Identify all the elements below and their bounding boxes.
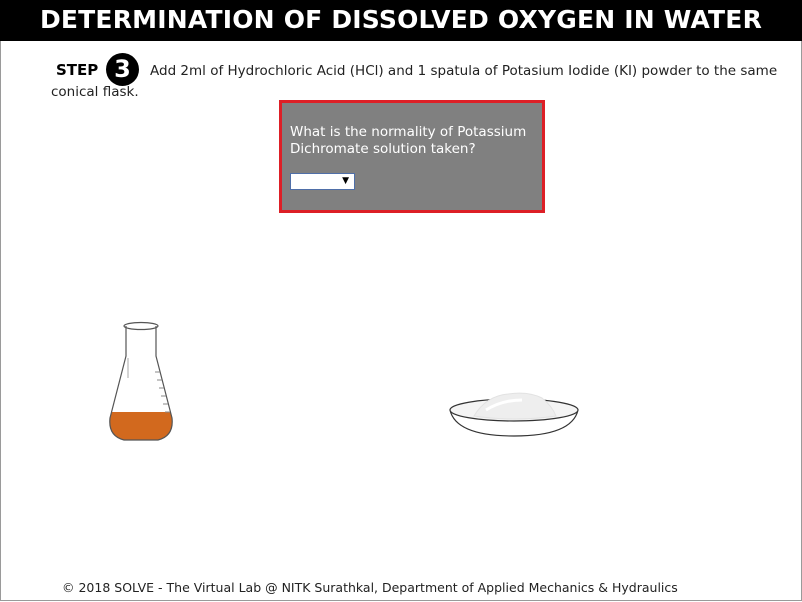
question-text: What is the normality of Potassium Dichr… — [290, 124, 527, 157]
flask-liquid — [109, 412, 173, 440]
step-instruction: Add 2ml of Hydrochloric Acid (HCl) and 1… — [51, 63, 778, 100]
normality-dropdown[interactable]: ▼ — [290, 173, 355, 190]
step-number-badge: 3 — [106, 53, 139, 86]
step-label: STEP — [56, 61, 99, 79]
question-panel: What is the normality of Potassium Dichr… — [279, 100, 545, 213]
footer-copyright: © 2018 SOLVE - The Virtual Lab @ NITK Su… — [62, 580, 678, 595]
page-title: DETERMINATION OF DISSOLVED OXYGEN IN WAT… — [0, 0, 802, 41]
conical-flask[interactable] — [102, 318, 192, 450]
ki-powder — [473, 392, 557, 420]
watch-glass-dish[interactable] — [446, 384, 582, 440]
chevron-down-icon: ▼ — [342, 176, 349, 186]
